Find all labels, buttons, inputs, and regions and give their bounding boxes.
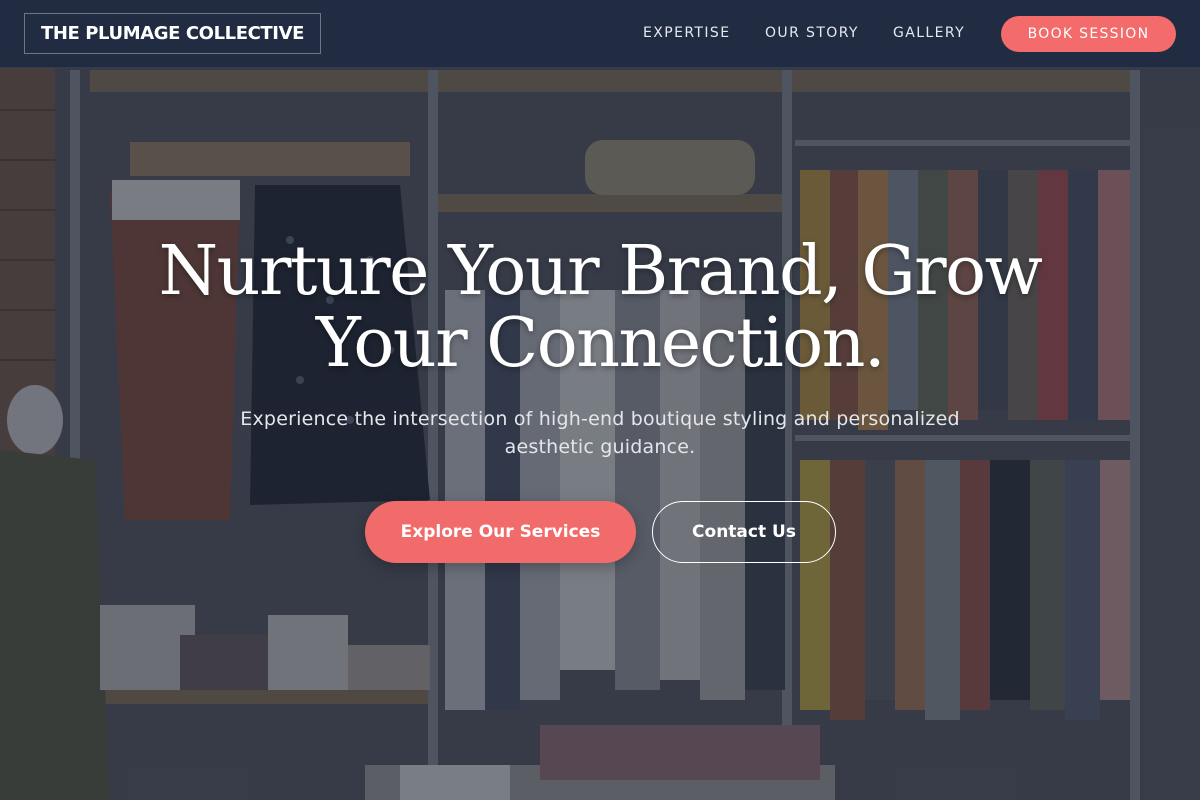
hero-dark-overlay bbox=[0, 0, 1200, 800]
book-session-button[interactable]: BOOK SESSION bbox=[1001, 16, 1176, 52]
site-logo[interactable]: THE PLUMAGE COLLECTIVE bbox=[24, 13, 321, 54]
hero-section bbox=[0, 0, 1200, 800]
nav-link-gallery[interactable]: GALLERY bbox=[893, 25, 965, 41]
site-header: THE PLUMAGE COLLECTIVE EXPERTISE OUR STO… bbox=[0, 0, 1200, 68]
hero-subtitle-line-1: Experience the intersection of high-end … bbox=[240, 408, 960, 430]
contact-us-button[interactable]: Contact Us bbox=[652, 501, 836, 563]
explore-services-button[interactable]: Explore Our Services bbox=[365, 501, 636, 563]
nav-link-expertise[interactable]: EXPERTISE bbox=[643, 25, 730, 41]
hero-headline-line-1: Nurture Your Brand, Grow bbox=[158, 232, 1043, 311]
hero-subtitle-line-2: aesthetic guidance. bbox=[504, 436, 696, 458]
hero-headline: Nurture Your Brand, Grow Your Connection… bbox=[100, 236, 1100, 380]
hero-headline-line-2: Your Connection. bbox=[315, 304, 886, 383]
nav-link-our-story[interactable]: OUR STORY bbox=[765, 25, 859, 41]
hero-subtitle: Experience the intersection of high-end … bbox=[200, 405, 1000, 461]
